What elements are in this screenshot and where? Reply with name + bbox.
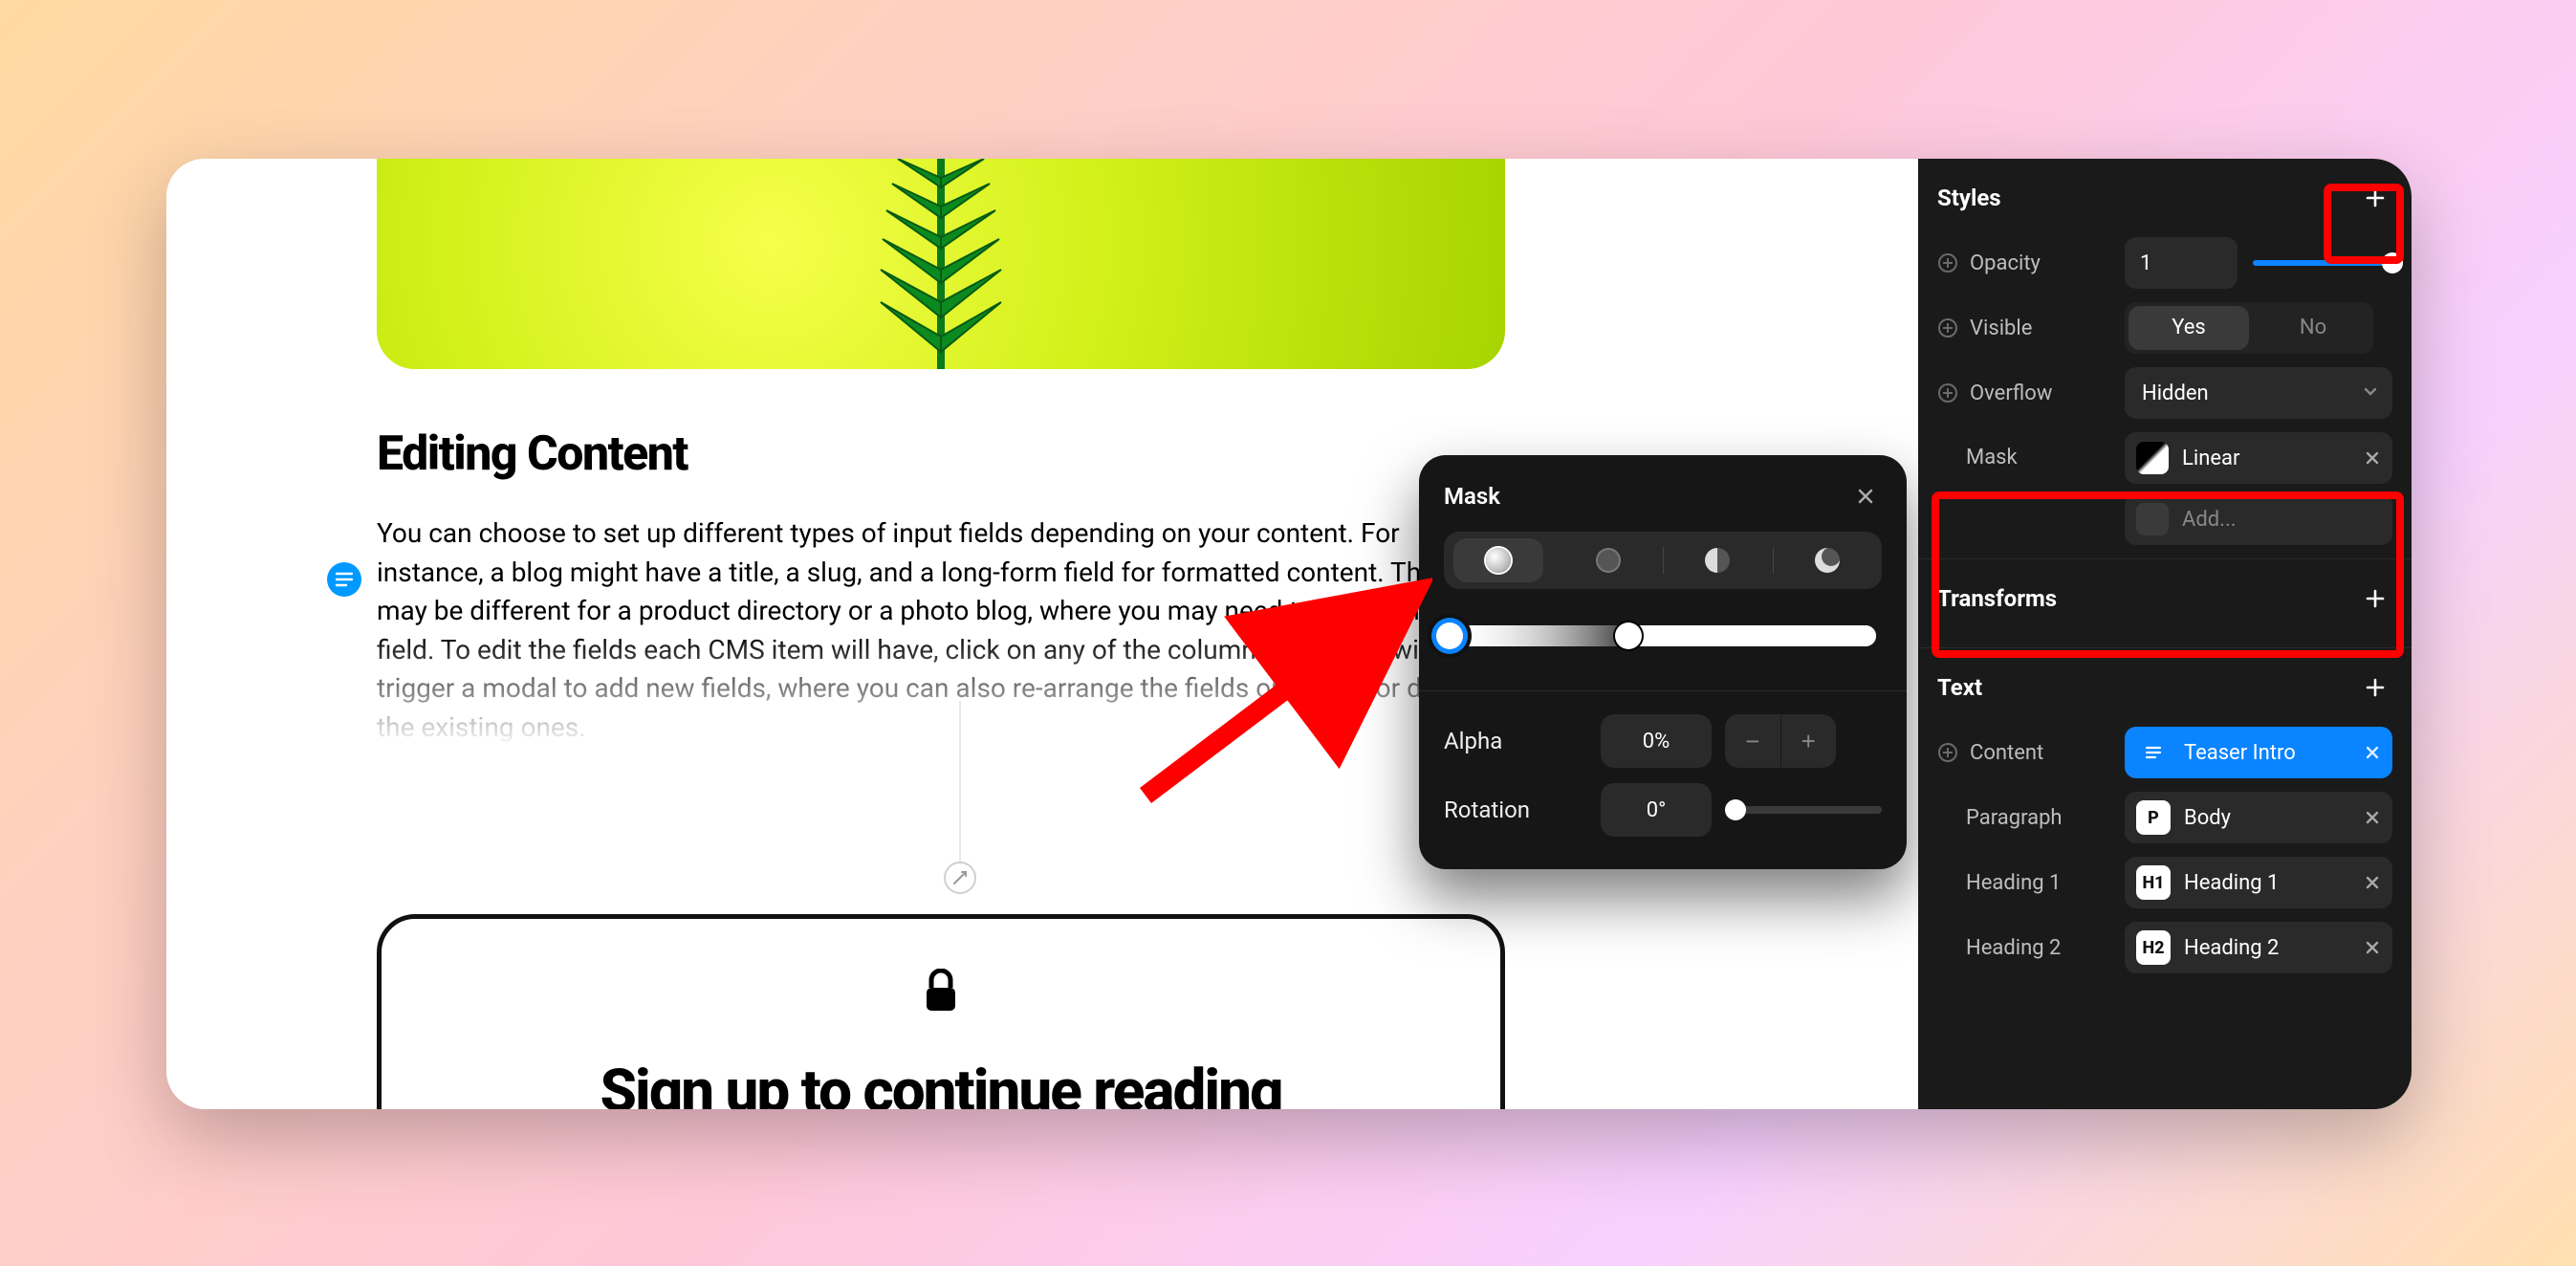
visible-row: Visible Yes No xyxy=(1937,302,2392,354)
h2-style-label: Heading 2 xyxy=(1966,936,2061,960)
plus-circle-icon[interactable] xyxy=(1937,317,1958,338)
paragraph-style-label: Paragraph xyxy=(1966,806,2063,830)
mask-type-solid[interactable] xyxy=(1554,548,1664,573)
paragraph-icon xyxy=(2136,735,2171,770)
plus-circle-icon[interactable] xyxy=(1937,382,1958,404)
overflow-value: Hidden xyxy=(2142,382,2209,405)
mask-label: Mask xyxy=(1966,446,2018,469)
h1-style-row: Heading 1 H1 Heading 1 xyxy=(1937,857,2392,908)
alpha-stepper[interactable]: − + xyxy=(1725,714,1836,768)
signup-heading: Sign up to continue reading xyxy=(382,1057,1500,1109)
paragraph-style-chip[interactable]: P Body xyxy=(2125,792,2392,843)
gradient-track[interactable] xyxy=(1450,625,1876,646)
remove-mask-icon[interactable] xyxy=(2364,449,2381,467)
opacity-input[interactable]: 1 xyxy=(2125,237,2238,289)
remove-content-icon[interactable] xyxy=(2364,744,2381,761)
visible-yes[interactable]: Yes xyxy=(2128,306,2249,350)
rotation-label: Rotation xyxy=(1444,797,1587,823)
gradient-stop-start[interactable] xyxy=(1436,622,1463,649)
mask-linear-chip[interactable]: Linear xyxy=(2125,432,2392,484)
mask-row: Mask Linear Add... xyxy=(1937,432,2392,545)
h1-style-value: Heading 1 xyxy=(2184,871,2350,895)
content-label: Content xyxy=(1970,741,2043,765)
mask-chip-label: Linear xyxy=(2182,447,2350,470)
remove-h2-style-icon[interactable] xyxy=(2364,939,2381,956)
h1-style-chip[interactable]: H1 Heading 1 xyxy=(2125,857,2392,908)
hero-image[interactable] xyxy=(377,159,1505,369)
h2-style-row: Heading 2 H2 Heading 2 xyxy=(1937,922,2392,973)
article-paragraph: You can choose to set up different types… xyxy=(377,514,1486,748)
add-text-button[interactable] xyxy=(2358,670,2392,705)
alpha-label: Alpha xyxy=(1444,728,1587,754)
mask-popover: Mask xyxy=(1419,455,1907,869)
article-heading: Editing Content xyxy=(377,426,1486,482)
overflow-select[interactable]: Hidden xyxy=(2125,367,2392,419)
opacity-row: Opacity 1 xyxy=(1937,237,2392,289)
text-title: Text xyxy=(1937,674,1982,701)
content-chip-label: Teaser Intro xyxy=(2184,741,2350,765)
p-tag-badge: P xyxy=(2136,800,2171,835)
gradient-stop-end[interactable] xyxy=(1615,622,1642,649)
plus-circle-icon[interactable] xyxy=(1937,252,1958,273)
fern-illustration xyxy=(869,159,1013,369)
overflow-row: Overflow Hidden xyxy=(1937,367,2392,419)
selection-knob[interactable] xyxy=(944,862,976,894)
lock-icon xyxy=(922,969,960,1013)
opacity-label: Opacity xyxy=(1970,251,2041,275)
paragraph-style-row: Paragraph P Body xyxy=(1937,792,2392,843)
mask-add-label: Add... xyxy=(2182,508,2381,532)
visible-toggle[interactable]: Yes No xyxy=(2125,302,2373,354)
h1-style-label: Heading 1 xyxy=(1966,871,2061,895)
add-style-button[interactable] xyxy=(2358,181,2392,215)
remove-h1-style-icon[interactable] xyxy=(2364,874,2381,891)
alpha-increment[interactable]: + xyxy=(1780,714,1837,768)
text-section-header: Text xyxy=(1937,648,2392,727)
h2-tag-badge: H2 xyxy=(2136,930,2171,965)
content-variable-chip[interactable]: Teaser Intro xyxy=(2125,727,2392,778)
h2-style-chip[interactable]: H2 Heading 2 xyxy=(2125,922,2392,973)
inspector-panel: Styles Opacity 1 xyxy=(1918,159,2412,1109)
gradient-fill xyxy=(1450,625,1876,646)
overflow-label: Overflow xyxy=(1970,382,2052,405)
styles-section-header: Styles xyxy=(1937,159,2392,237)
popover-title: Mask xyxy=(1444,483,1500,510)
transforms-section-header: Transforms xyxy=(1937,559,2392,638)
styles-title: Styles xyxy=(1937,185,2001,211)
transforms-title: Transforms xyxy=(1937,585,2057,612)
chevron-down-icon xyxy=(2362,382,2379,405)
rotation-input[interactable]: 0° xyxy=(1601,783,1712,837)
paragraph-icon[interactable] xyxy=(327,562,361,597)
visible-label: Visible xyxy=(1970,316,2032,340)
alpha-decrement[interactable]: − xyxy=(1725,714,1780,768)
app-window: Editing Content You can choose to set up… xyxy=(166,159,2412,1109)
opacity-slider[interactable] xyxy=(2253,260,2392,266)
mask-type-conic[interactable] xyxy=(1773,548,1883,573)
h2-style-value: Heading 2 xyxy=(2184,936,2350,960)
opacity-thumb[interactable] xyxy=(2382,252,2403,273)
plus-circle-icon[interactable] xyxy=(1937,742,1958,763)
design-canvas[interactable]: Editing Content You can choose to set up… xyxy=(166,159,1918,1109)
mask-type-linear[interactable] xyxy=(1663,548,1773,573)
close-icon[interactable] xyxy=(1849,480,1882,513)
h1-tag-badge: H1 xyxy=(2136,865,2171,900)
mask-add-swatch xyxy=(2136,503,2169,535)
content-row: Content Teaser Intro xyxy=(1937,727,2392,778)
rotation-slider[interactable] xyxy=(1725,806,1882,814)
mask-swatch xyxy=(2136,442,2169,474)
signup-card[interactable]: Sign up to continue reading xyxy=(377,914,1505,1109)
remove-paragraph-style-icon[interactable] xyxy=(2364,809,2381,826)
mask-add-chip[interactable]: Add... xyxy=(2125,493,2392,545)
rotation-thumb[interactable] xyxy=(1725,799,1746,820)
mask-type-segmented[interactable] xyxy=(1444,532,1882,589)
visible-no[interactable]: No xyxy=(2253,302,2373,354)
alpha-input[interactable]: 0% xyxy=(1601,714,1712,768)
paragraph-style-value: Body xyxy=(2184,806,2350,830)
add-transform-button[interactable] xyxy=(2358,581,2392,616)
article-block[interactable]: Editing Content You can choose to set up… xyxy=(377,426,1486,748)
text-selection-handle[interactable] xyxy=(941,701,979,894)
mask-type-radial[interactable] xyxy=(1444,538,1554,582)
